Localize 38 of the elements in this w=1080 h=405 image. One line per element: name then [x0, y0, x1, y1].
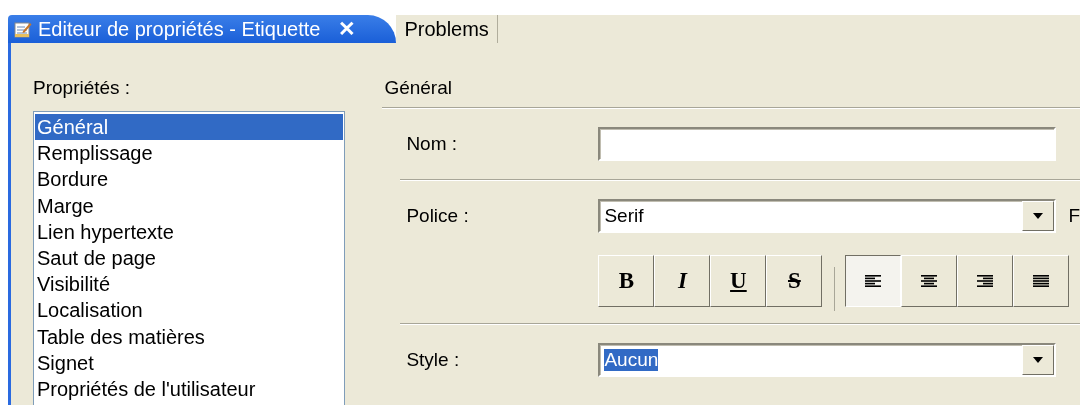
caret-icon [1033, 213, 1044, 219]
editor-tab[interactable]: Editeur de propriétés - Etiquette ✕ [8, 15, 397, 43]
underline-button[interactable]: U [710, 255, 767, 307]
section-title: Général [384, 77, 452, 99]
field-label: Style : [406, 349, 461, 371]
font-dropdown[interactable]: Serif [598, 199, 1057, 233]
list-item[interactable]: Table des matières [35, 323, 343, 350]
edit-form-icon [14, 20, 32, 38]
align-center-icon [921, 274, 938, 288]
list-item[interactable]: Marge [35, 192, 343, 219]
list-item[interactable]: Signet [35, 349, 343, 377]
list-item[interactable]: Saut de page [35, 245, 343, 272]
name-field[interactable] [598, 127, 1057, 161]
field-label: Police : [406, 205, 470, 227]
caret-icon [1033, 357, 1044, 363]
align-right-icon [977, 274, 994, 288]
strike-button[interactable]: S [766, 255, 823, 307]
close-icon[interactable]: ✕ [338, 17, 357, 41]
bold-button[interactable]: B [598, 255, 655, 307]
list-item[interactable]: Localisation [35, 297, 343, 324]
align-center-button[interactable] [901, 255, 958, 307]
editor-tab[interactable]: Problems [396, 15, 498, 43]
list-item[interactable]: Propriétés de l'utilisateur [35, 376, 343, 403]
list-item[interactable]: Remplissage [35, 140, 343, 167]
align-left-button[interactable] [845, 255, 902, 307]
field-label: Nom : [406, 133, 459, 155]
list-item[interactable]: Lien hypertexte [35, 218, 343, 245]
panel-title: Propriétés : [33, 77, 131, 99]
justify-icon [1033, 274, 1050, 288]
style-dropdown[interactable]: Aucun [598, 343, 1057, 377]
list-item[interactable]: Visibilité [35, 271, 343, 298]
align-right-button[interactable] [957, 255, 1014, 307]
field-label: F [1068, 205, 1080, 227]
list-item[interactable]: Général [35, 114, 343, 141]
list-item[interactable]: Bordure [35, 166, 343, 193]
align-left-icon [865, 274, 882, 288]
justify-button[interactable] [1013, 255, 1070, 307]
italic-button[interactable]: I [654, 255, 711, 307]
